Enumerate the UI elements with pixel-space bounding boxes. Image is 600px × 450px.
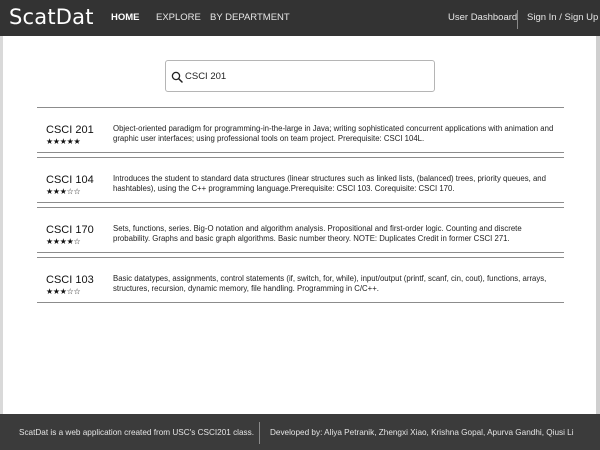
course-description: Sets, functions, series. Big-O notation … bbox=[113, 224, 522, 243]
course-result-item[interactable]: CSCI 201 ★★★★★ Object-oriented paradigm … bbox=[37, 108, 564, 152]
nav-signin-link[interactable]: Sign In / Sign Up bbox=[527, 12, 598, 23]
course-results-list: CSCI 201 ★★★★★ Object-oriented paradigm … bbox=[37, 107, 564, 303]
course-code[interactable]: CSCI 104 bbox=[46, 174, 94, 186]
course-description: Basic datatypes, assignments, control st… bbox=[113, 274, 547, 293]
footer-about-text: ScatDat is a web application created fro… bbox=[19, 428, 255, 437]
course-result-item[interactable]: CSCI 104 ★★★☆☆ Introduces the student to… bbox=[37, 158, 564, 202]
course-result-item[interactable]: CSCI 103 ★★★☆☆ Basic datatypes, assignme… bbox=[37, 258, 564, 302]
course-result-item[interactable]: CSCI 170 ★★★★☆ Sets, functions, series. … bbox=[37, 208, 564, 252]
course-code[interactable]: CSCI 201 bbox=[46, 124, 94, 136]
course-code[interactable]: CSCI 170 bbox=[46, 224, 94, 236]
nav-by-department-link[interactable]: BY DEPARTMENT bbox=[210, 12, 290, 23]
course-description: Introduces the student to standard data … bbox=[113, 174, 546, 193]
nav-home-link[interactable]: HOME bbox=[111, 12, 140, 23]
course-rating-stars: ★★★★☆ bbox=[46, 237, 81, 246]
top-navbar: ScatDat HOME EXPLORE BY DEPARTMENT User … bbox=[0, 0, 600, 36]
course-description: Object-oriented paradigm for programming… bbox=[113, 124, 554, 143]
search-input[interactable]: CSCI 201 bbox=[165, 60, 435, 92]
course-code[interactable]: CSCI 103 bbox=[46, 274, 94, 286]
window-right-edge bbox=[596, 0, 600, 450]
course-rating-stars: ★★★☆☆ bbox=[46, 287, 81, 296]
search-query-text[interactable]: CSCI 201 bbox=[185, 71, 226, 82]
footer-divider bbox=[259, 422, 260, 444]
brand-logo[interactable]: ScatDat bbox=[9, 5, 94, 29]
results-bottom-divider bbox=[37, 302, 564, 303]
window-left-edge bbox=[0, 0, 3, 450]
search-icon bbox=[171, 71, 183, 83]
course-rating-stars: ★★★☆☆ bbox=[46, 187, 81, 196]
page-footer: ScatDat is a web application created fro… bbox=[0, 414, 600, 450]
nav-divider bbox=[517, 10, 518, 29]
nav-explore-link[interactable]: EXPLORE bbox=[156, 12, 201, 23]
nav-user-dashboard-link[interactable]: User Dashboard bbox=[448, 12, 517, 23]
footer-credits-text: Developed by: Aliya Petranik, Zhengxi Xi… bbox=[270, 428, 574, 437]
course-rating-stars: ★★★★★ bbox=[46, 137, 81, 146]
